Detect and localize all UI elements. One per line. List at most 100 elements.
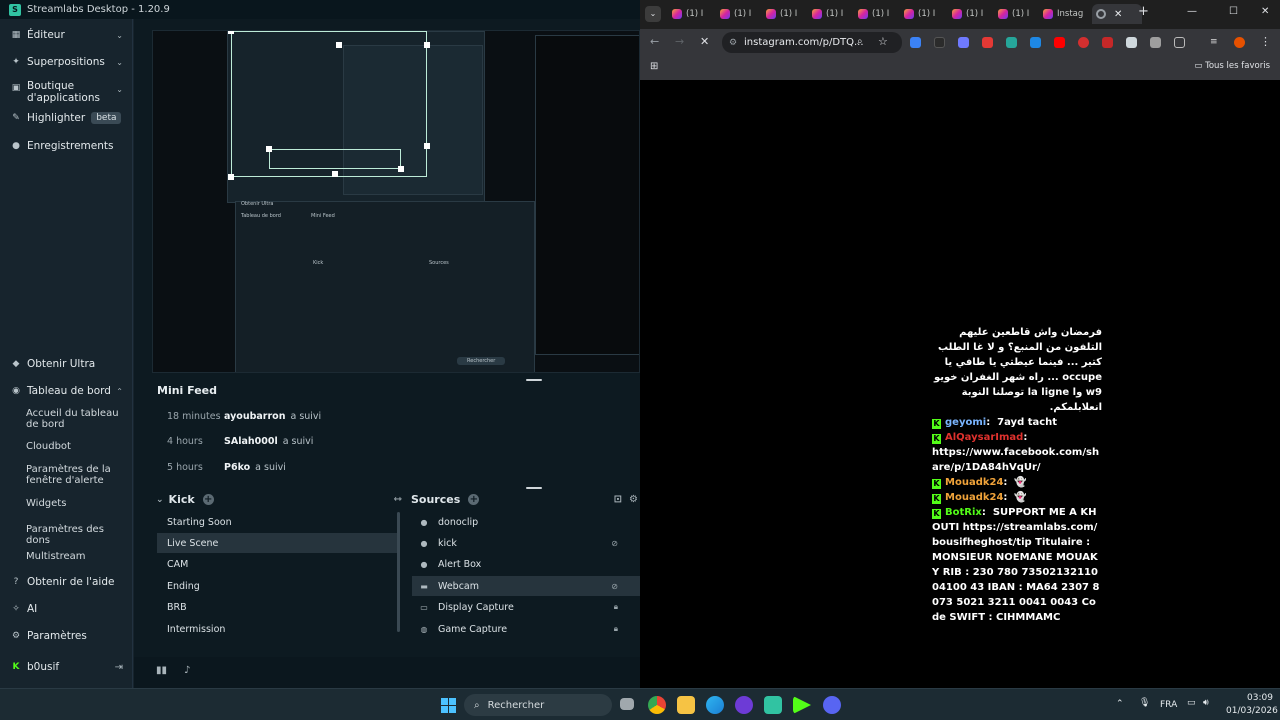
- maximize-icon[interactable]: ☐: [1229, 6, 1238, 17]
- scene-item[interactable]: Live Scene: [157, 533, 397, 553]
- microphone-icon[interactable]: 🎙︎: [1139, 698, 1150, 708]
- tab-instagram[interactable]: (1) I: [858, 4, 889, 24]
- chevron-down-icon[interactable]: ⌄: [156, 495, 164, 505]
- feed-user[interactable]: SAlah000l: [224, 436, 278, 447]
- feed-user[interactable]: ayoubarron: [224, 411, 285, 422]
- scenes-scrollbar[interactable]: [397, 512, 400, 632]
- stop-icon[interactable]: ✕: [700, 35, 709, 48]
- streamlabs-icon[interactable]: [764, 696, 782, 714]
- site-info-icon[interactable]: ⚙: [729, 38, 737, 48]
- bookmark-star-icon[interactable]: ☆: [878, 35, 888, 48]
- menu-kebab-icon[interactable]: ⋮: [1260, 35, 1271, 48]
- tab-instagram[interactable]: (1) I: [952, 4, 983, 24]
- sidebar-item-dashboard[interactable]: ◉ Tableau de bord ⌃: [0, 385, 133, 397]
- minimize-icon[interactable]: —: [1187, 6, 1197, 17]
- tab-instagram[interactable]: (1) I: [720, 4, 751, 24]
- sidebar-sub-cloudbot[interactable]: Cloudbot: [26, 441, 126, 452]
- tab-instagram[interactable]: (1) I: [672, 4, 703, 24]
- language-indicator[interactable]: FRA: [1160, 700, 1177, 710]
- all-bookmarks-button[interactable]: ▭ Tous les favoris: [1194, 61, 1270, 71]
- feed-user[interactable]: P6ko: [224, 462, 250, 473]
- scene-item[interactable]: CAM: [157, 554, 397, 574]
- resize-handle[interactable]: [424, 143, 430, 149]
- network-icon[interactable]: ▭: [1187, 698, 1196, 708]
- scene-item[interactable]: BRB: [157, 597, 397, 617]
- extension-icon[interactable]: [1126, 37, 1137, 48]
- resize-handle[interactable]: [228, 31, 234, 34]
- resize-grip[interactable]: [526, 379, 542, 381]
- reading-list-icon[interactable]: ≡: [1210, 37, 1221, 48]
- sidebar-item-ai[interactable]: ✧ AI: [0, 603, 133, 615]
- add-scene-button[interactable]: +: [202, 494, 214, 505]
- stats-icon[interactable]: ▮▮: [156, 665, 167, 676]
- close-window-icon[interactable]: ✕: [1261, 6, 1269, 17]
- file-explorer-icon[interactable]: [677, 696, 695, 714]
- sidebar-sub-alert-settings[interactable]: Paramètres de la fenêtre d'alerte: [26, 464, 126, 486]
- sidebar-item-highlighter[interactable]: ✎ Highlighter beta: [0, 112, 133, 124]
- transition-icon[interactable]: ⇿: [394, 494, 402, 505]
- taskbar-search[interactable]: ⌕ Rechercher: [464, 694, 612, 716]
- folder-add-icon[interactable]: ⊡: [614, 494, 622, 505]
- resize-grip[interactable]: [526, 487, 542, 489]
- tab-search-icon[interactable]: ⌄: [645, 6, 661, 22]
- selection-box-small[interactable]: [269, 149, 401, 169]
- sidebar-item-help[interactable]: ? Obtenir de l'aide: [0, 576, 133, 588]
- scene-item[interactable]: Intermission: [157, 619, 397, 639]
- task-view-icon[interactable]: [620, 698, 634, 710]
- tab-active[interactable]: ✕: [1092, 4, 1142, 24]
- extension-icon[interactable]: [1102, 37, 1113, 48]
- discord-icon[interactable]: [823, 696, 841, 714]
- extension-icon[interactable]: [958, 37, 969, 48]
- source-item[interactable]: ◍ Game Capture 🔒︎: [412, 619, 640, 639]
- sidebar-sub-dashboard-home[interactable]: Accueil du tableau de bord: [26, 408, 126, 430]
- clock-date[interactable]: 01/03/2026: [1226, 706, 1278, 716]
- youtube-icon[interactable]: [1054, 37, 1065, 48]
- source-settings-icon[interactable]: ⚙: [629, 494, 638, 505]
- app-icon[interactable]: [735, 696, 753, 714]
- sidebar-item-editor[interactable]: ▦ Éditeur ⌄: [0, 29, 133, 41]
- visibility-off-icon[interactable]: ⊘: [611, 582, 618, 591]
- resize-handle[interactable]: [266, 146, 272, 152]
- add-source-button[interactable]: +: [468, 494, 480, 505]
- sidebar-item-overlays[interactable]: ✦ Superpositions ⌄: [0, 56, 133, 68]
- source-item[interactable]: ▭ Display Capture 🔒︎: [412, 597, 640, 617]
- source-item[interactable]: ▬ Webcam ⊘: [412, 576, 640, 596]
- clock-time[interactable]: 03:09: [1247, 693, 1273, 703]
- scene-collection-name[interactable]: Kick: [169, 493, 195, 506]
- sidebar-item-app-store[interactable]: ▣ Boutique d'applications ⌄: [0, 80, 133, 104]
- notification-bell-icon[interactable]: ♪: [184, 665, 190, 676]
- extension-icon[interactable]: [910, 37, 921, 48]
- chevron-up-icon[interactable]: ⌃: [1116, 699, 1124, 709]
- scene-item[interactable]: Ending: [157, 576, 397, 596]
- volume-icon[interactable]: 🔊︎: [1203, 698, 1209, 708]
- sidebar-user[interactable]: K b0usif ⇥: [0, 661, 133, 673]
- edge-icon[interactable]: [706, 696, 724, 714]
- resize-handle[interactable]: [424, 42, 430, 48]
- extension-icon[interactable]: [1078, 37, 1089, 48]
- tab-instagram[interactable]: Instag: [1043, 4, 1083, 24]
- extension-icon[interactable]: [934, 37, 945, 48]
- extension-icon[interactable]: [1030, 37, 1041, 48]
- address-bar[interactable]: ⚙ instagram.com/p/DTQ...: [722, 32, 902, 53]
- tab-instagram[interactable]: (1) I: [998, 4, 1029, 24]
- extension-icon[interactable]: [1150, 37, 1161, 48]
- sidebar-item-settings[interactable]: ⚙ Paramètres: [0, 630, 133, 642]
- extensions-puzzle-icon[interactable]: [1174, 37, 1185, 48]
- resize-handle[interactable]: [228, 174, 234, 180]
- source-item[interactable]: ● donoclip: [412, 512, 640, 532]
- sidebar-sub-donation-settings[interactable]: Paramètres des dons: [26, 524, 126, 546]
- sidebar-sub-widgets[interactable]: Widgets: [26, 498, 126, 509]
- search-icon[interactable]: ⌕: [857, 36, 863, 47]
- preview-canvas[interactable]: Obtenir Ultra Tableau de bord Mini Feed …: [152, 30, 640, 373]
- apps-grid-icon[interactable]: ⊞: [650, 61, 658, 72]
- tab-instagram[interactable]: (1) I: [766, 4, 797, 24]
- tab-instagram[interactable]: (1) I: [812, 4, 843, 24]
- source-item[interactable]: ● Alert Box: [412, 554, 640, 574]
- kick-app-icon[interactable]: [793, 696, 811, 714]
- tab-instagram[interactable]: (1) I: [904, 4, 935, 24]
- sidebar-item-recordings[interactable]: ● Enregistrements: [0, 140, 133, 152]
- source-item[interactable]: ● kick ⊘: [412, 533, 640, 553]
- lock-icon[interactable]: 🔒︎: [614, 624, 618, 634]
- resize-handle[interactable]: [336, 42, 342, 48]
- sidebar-sub-multistream[interactable]: Multistream: [26, 551, 126, 562]
